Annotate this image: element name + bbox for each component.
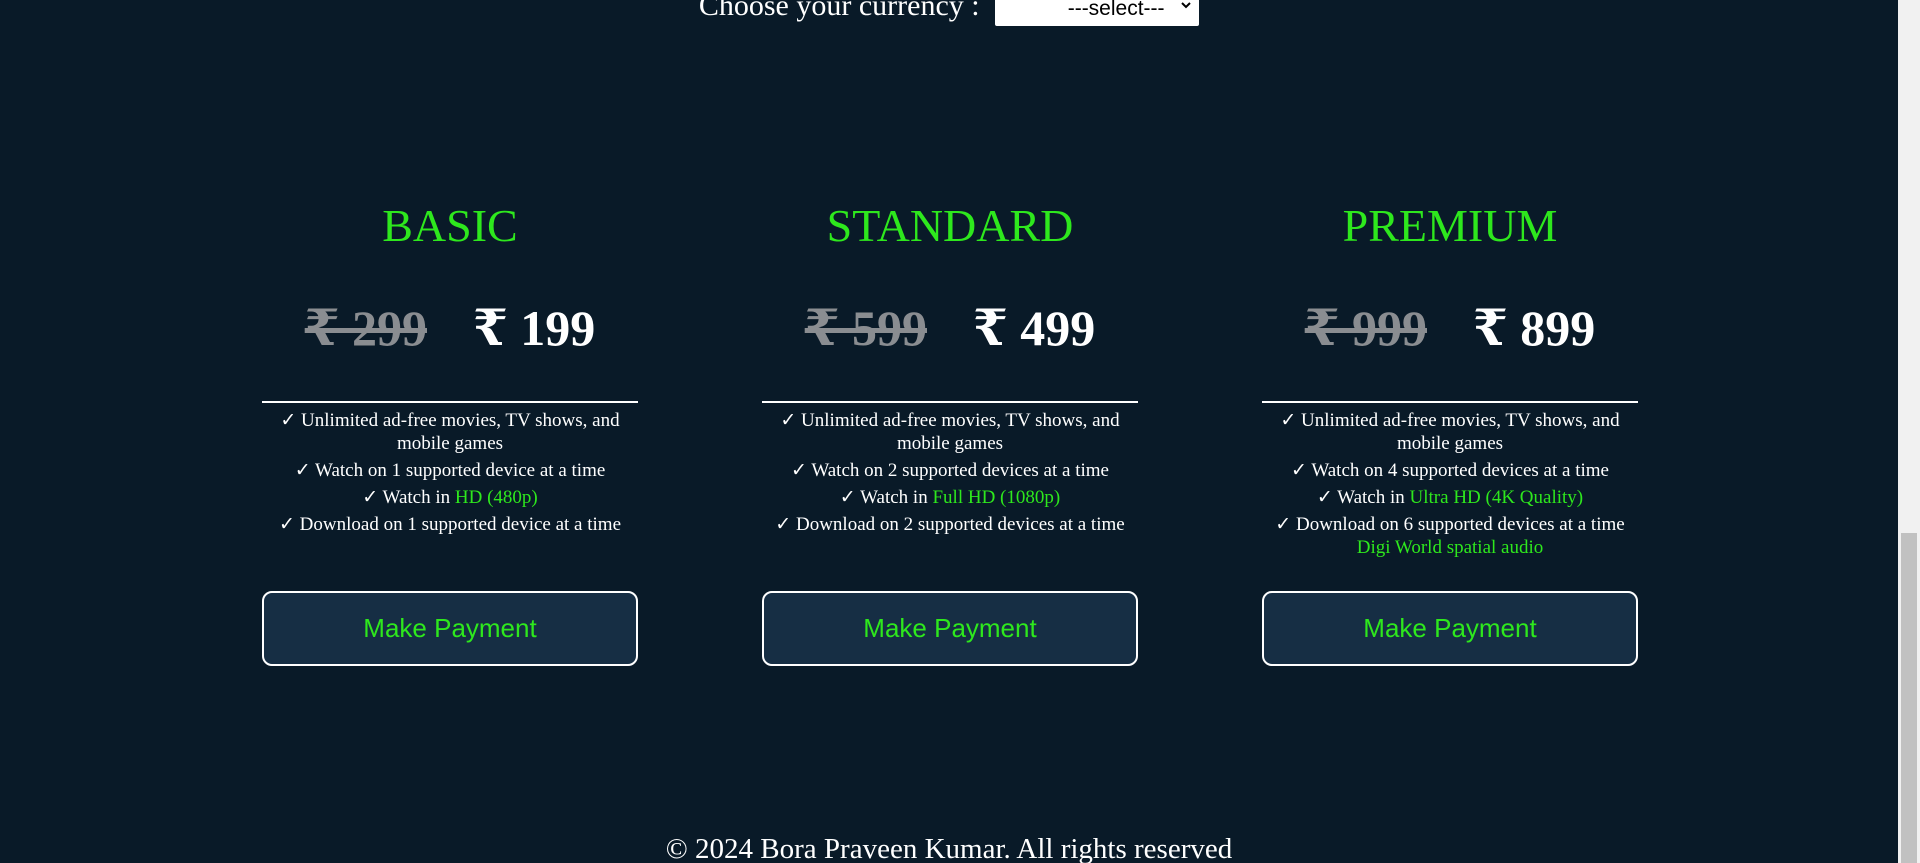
- feature-item: ✓ Download on 6 supported devices at a t…: [1275, 514, 1625, 535]
- feature-item: ✓ Watch in Ultra HD (4K Quality): [1266, 486, 1634, 509]
- feature-item: ✓ Watch on 2 supported devices at a time: [791, 460, 1109, 481]
- feature-list: ✓ Unlimited ad-free movies, TV shows, an…: [262, 409, 638, 591]
- plan-prices: ₹ 999 ₹ 899: [1262, 296, 1638, 360]
- plan-card-basic: BASIC ₹ 299 ₹ 199 ✓ Unlimited ad-free mov…: [262, 196, 638, 666]
- new-price: ₹ 199: [473, 300, 596, 356]
- currency-label: Choose your currency :: [698, 0, 980, 22]
- feature-list: ✓ Unlimited ad-free movies, TV shows, an…: [762, 409, 1138, 591]
- footer-copyright: © 2024 Bora Praveen Kumar. All rights re…: [665, 833, 1233, 863]
- new-price: ₹ 899: [1473, 300, 1596, 356]
- plan-name: BASIC: [382, 200, 518, 251]
- pricing-page: Choose your currency : ---select--- BASI…: [0, 0, 1898, 863]
- make-payment-button[interactable]: Make Payment: [262, 591, 638, 666]
- vertical-scrollbar[interactable]: [1898, 0, 1920, 863]
- old-price: ₹ 599: [804, 300, 927, 356]
- feature-item: ✓ Watch in Full HD (1080p): [766, 486, 1134, 509]
- feature-item: ✓ Unlimited ad-free movies, TV shows, an…: [1280, 410, 1620, 454]
- feature-item: ✓ Watch on 1 supported device at a time: [294, 460, 606, 481]
- feature-text: ✓ Watch in: [362, 487, 455, 508]
- scrollbar-thumb[interactable]: [1901, 533, 1917, 863]
- feature-item: ✓ Watch on 4 supported devices at a time: [1291, 460, 1609, 481]
- feature-highlight: HD (480p): [454, 487, 538, 508]
- feature-item: ✓ Watch in HD (480p): [266, 486, 634, 509]
- plan-prices: ₹ 599 ₹ 499: [762, 296, 1138, 360]
- feature-highlight: Full HD (1080p): [932, 487, 1061, 508]
- new-price: ₹ 499: [973, 300, 1096, 356]
- feature-extra: Digi World spatial audio: [1356, 537, 1544, 558]
- currency-selector-row: Choose your currency : ---select---: [0, 0, 1898, 26]
- divider: [762, 401, 1138, 403]
- currency-select-value: ---select---: [1067, 0, 1165, 20]
- plan-prices: ₹ 299 ₹ 199: [262, 296, 638, 360]
- divider: [1262, 401, 1638, 403]
- currency-select[interactable]: ---select---: [995, 0, 1200, 26]
- chevron-down-icon: [1181, 2, 1191, 9]
- plan-name: STANDARD: [826, 200, 1074, 251]
- make-payment-button[interactable]: Make Payment: [762, 591, 1138, 666]
- feature-highlight: Ultra HD (4K Quality): [1409, 487, 1584, 508]
- feature-item: ✓ Unlimited ad-free movies, TV shows, an…: [780, 410, 1120, 454]
- old-price: ₹ 299: [304, 300, 427, 356]
- plan-card-standard: STANDARD ₹ 599 ₹ 499 ✓ Unlimited ad-free …: [762, 196, 1138, 666]
- feature-item: ✓ Download on 2 supported devices at a t…: [775, 514, 1125, 535]
- make-payment-button[interactable]: Make Payment: [1262, 591, 1638, 666]
- plan-name: PREMIUM: [1342, 200, 1558, 251]
- feature-item: ✓ Unlimited ad-free movies, TV shows, an…: [280, 410, 620, 454]
- divider: [262, 401, 638, 403]
- feature-text: ✓ Watch in: [839, 487, 933, 508]
- feature-text: ✓ Watch in: [1316, 487, 1410, 508]
- feature-list: ✓ Unlimited ad-free movies, TV shows, an…: [1262, 409, 1638, 591]
- feature-item: ✓ Download on 1 supported device at a ti…: [279, 514, 621, 535]
- old-price: ₹ 999: [1304, 300, 1427, 356]
- plan-card-premium: PREMIUM ₹ 999 ₹ 899 ✓ Unlimited ad-free m…: [1262, 196, 1638, 666]
